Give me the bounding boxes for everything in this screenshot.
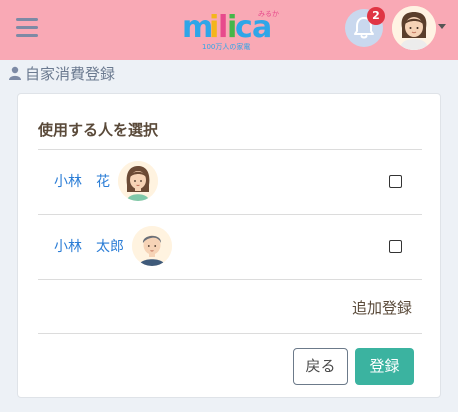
card-heading: 使用する人を選択 [38,121,159,139]
person-row-taro[interactable]: 小林 太郎 [38,215,422,279]
person-name[interactable]: 小林 太郎 [54,215,124,279]
divider [38,279,422,280]
back-button[interactable]: 戻る [293,348,348,385]
page-title: 自家消費登録 [9,63,115,83]
select-checkbox[interactable] [389,175,402,188]
user-avatar-button[interactable] [392,6,436,50]
user-avatar-icon [392,6,436,50]
page-title-text: 自家消費登録 [25,64,116,83]
logo-tagline: 100万人の家電 [202,42,250,51]
man-avatar-icon [132,226,172,266]
person-row-hana[interactable]: 小林 花 [38,150,422,214]
person-select-card: 使用する人を選択 小林 花 小林 太郎 追加登録 戻る 登録 [17,93,441,398]
chevron-down-icon[interactable] [438,24,446,29]
select-checkbox[interactable] [389,240,402,253]
add-register-link[interactable]: 追加登録 [352,297,412,318]
top-header: m i l i c a みるか 100万人の家電 2 [0,0,458,60]
logo-kana: みるか [258,10,279,18]
notification-button[interactable]: 2 [345,7,385,47]
divider [38,333,422,334]
notification-badge: 2 [367,7,385,25]
svg-text:c: c [235,10,253,45]
menu-icon[interactable] [16,18,38,38]
user-icon [9,66,21,80]
app-logo[interactable]: m i l i c a みるか 100万人の家電 [178,4,282,56]
person-name[interactable]: 小林 花 [54,150,110,214]
woman-avatar-icon [118,161,158,201]
register-button[interactable]: 登録 [355,348,414,385]
